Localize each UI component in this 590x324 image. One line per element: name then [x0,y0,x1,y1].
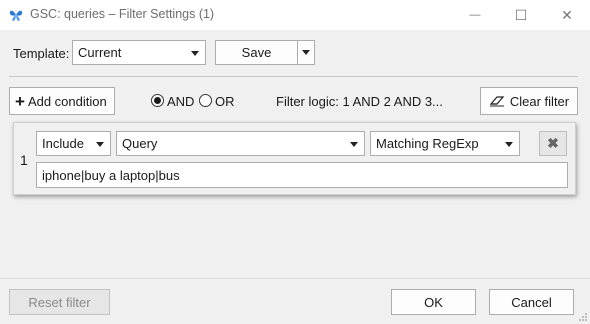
operator-select-value: Matching RegExp [376,136,479,151]
ok-button[interactable]: OK [391,289,476,315]
maximize-icon: ☐ [514,6,528,23]
filter-logic-text: Filter logic: 1 AND 2 AND 3... [276,94,443,109]
condition-row: 1 Include Query Matching RegExp ✖ iphone… [13,122,576,195]
field-select-value: Query [122,136,158,151]
condition-value-input[interactable]: iphone|buy a laptop|bus [36,162,568,188]
chevron-down-icon [350,141,358,147]
close-button[interactable]: ✕ [544,0,590,30]
divider [9,76,578,77]
ok-button-label: OK [424,294,443,310]
maximize-button[interactable]: ☐ [498,0,544,30]
save-options-dropdown-button[interactable] [297,40,315,65]
close-icon: ✕ [561,6,573,23]
chevron-down-icon [302,50,310,55]
resize-grip-icon[interactable] [578,312,588,322]
title-bar: GSC: queries – Filter Settings (1) — ☐ ✕ [0,0,590,30]
minimize-icon: — [469,9,481,21]
cancel-button[interactable]: Cancel [489,289,574,315]
or-radio[interactable] [199,94,212,107]
plus-icon: + [15,91,25,111]
minimize-button[interactable]: — [452,0,498,30]
chevron-down-icon [505,141,513,147]
or-radio-label[interactable]: OR [215,94,235,109]
include-exclude-select[interactable]: Include [36,131,111,156]
footer-divider [0,278,590,279]
butterfly-icon [9,10,23,21]
reset-filter-label: Reset filter [28,294,91,310]
save-button-label: Save [241,45,272,60]
clear-filter-label: Clear filter [509,93,570,109]
include-select-value: Include [42,136,84,151]
remove-icon: ✖ [547,135,559,151]
cancel-button-label: Cancel [511,294,552,310]
remove-condition-button[interactable]: ✖ [539,131,567,156]
and-radio-label[interactable]: AND [167,94,194,109]
field-select[interactable]: Query [116,131,365,156]
add-condition-button[interactable]: + Add condition [9,87,115,115]
chevron-down-icon [191,50,199,56]
and-radio[interactable] [151,94,164,107]
operator-select[interactable]: Matching RegExp [370,131,520,156]
window-title: GSC: queries – Filter Settings (1) [30,7,215,21]
condition-value-text: iphone|buy a laptop|bus [42,167,180,183]
reset-filter-button[interactable]: Reset filter [9,289,110,315]
condition-number: 1 [20,152,28,168]
eraser-icon [489,96,505,107]
template-select[interactable]: Current [72,40,206,65]
template-selected-value: Current [78,45,122,60]
add-condition-label: Add condition [27,93,107,109]
save-template-button[interactable]: Save [215,40,298,65]
template-label: Template: [13,46,70,61]
clear-filter-button[interactable]: Clear filter [480,87,578,115]
chevron-down-icon [96,141,104,147]
